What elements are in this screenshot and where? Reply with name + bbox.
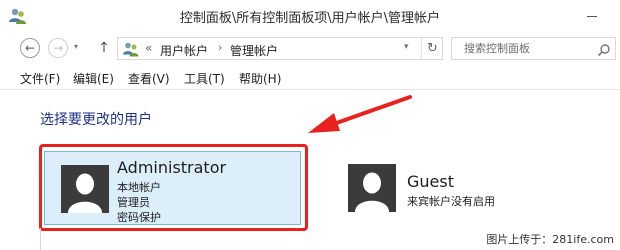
control-panel-window: 控制面板\所有控制面板项\用户帐户\管理帐户 ← → ▾ ↑ « 用户帐户 › …	[0, 0, 620, 250]
content-divider	[40, 228, 41, 250]
watermark: 图片上传于：281ife.com	[470, 229, 620, 250]
annotation-arrow	[308, 95, 412, 133]
